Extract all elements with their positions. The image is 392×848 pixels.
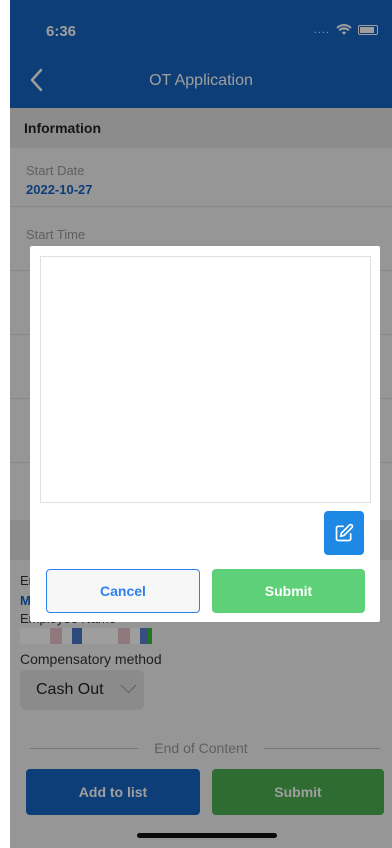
- edit-icon: [335, 523, 354, 542]
- dialog-submit-button[interactable]: Submit: [212, 569, 365, 613]
- edit-signature-button[interactable]: [324, 511, 364, 555]
- dialog-submit-label: Submit: [264, 583, 313, 599]
- signature-dialog: Cancel Submit: [30, 246, 380, 622]
- app-screen: 6:36 .... OT Application Information Sta…: [10, 0, 392, 848]
- dialog-cancel-button[interactable]: Cancel: [46, 569, 200, 613]
- signature-canvas[interactable]: [40, 256, 371, 503]
- dialog-cancel-label: Cancel: [100, 583, 146, 599]
